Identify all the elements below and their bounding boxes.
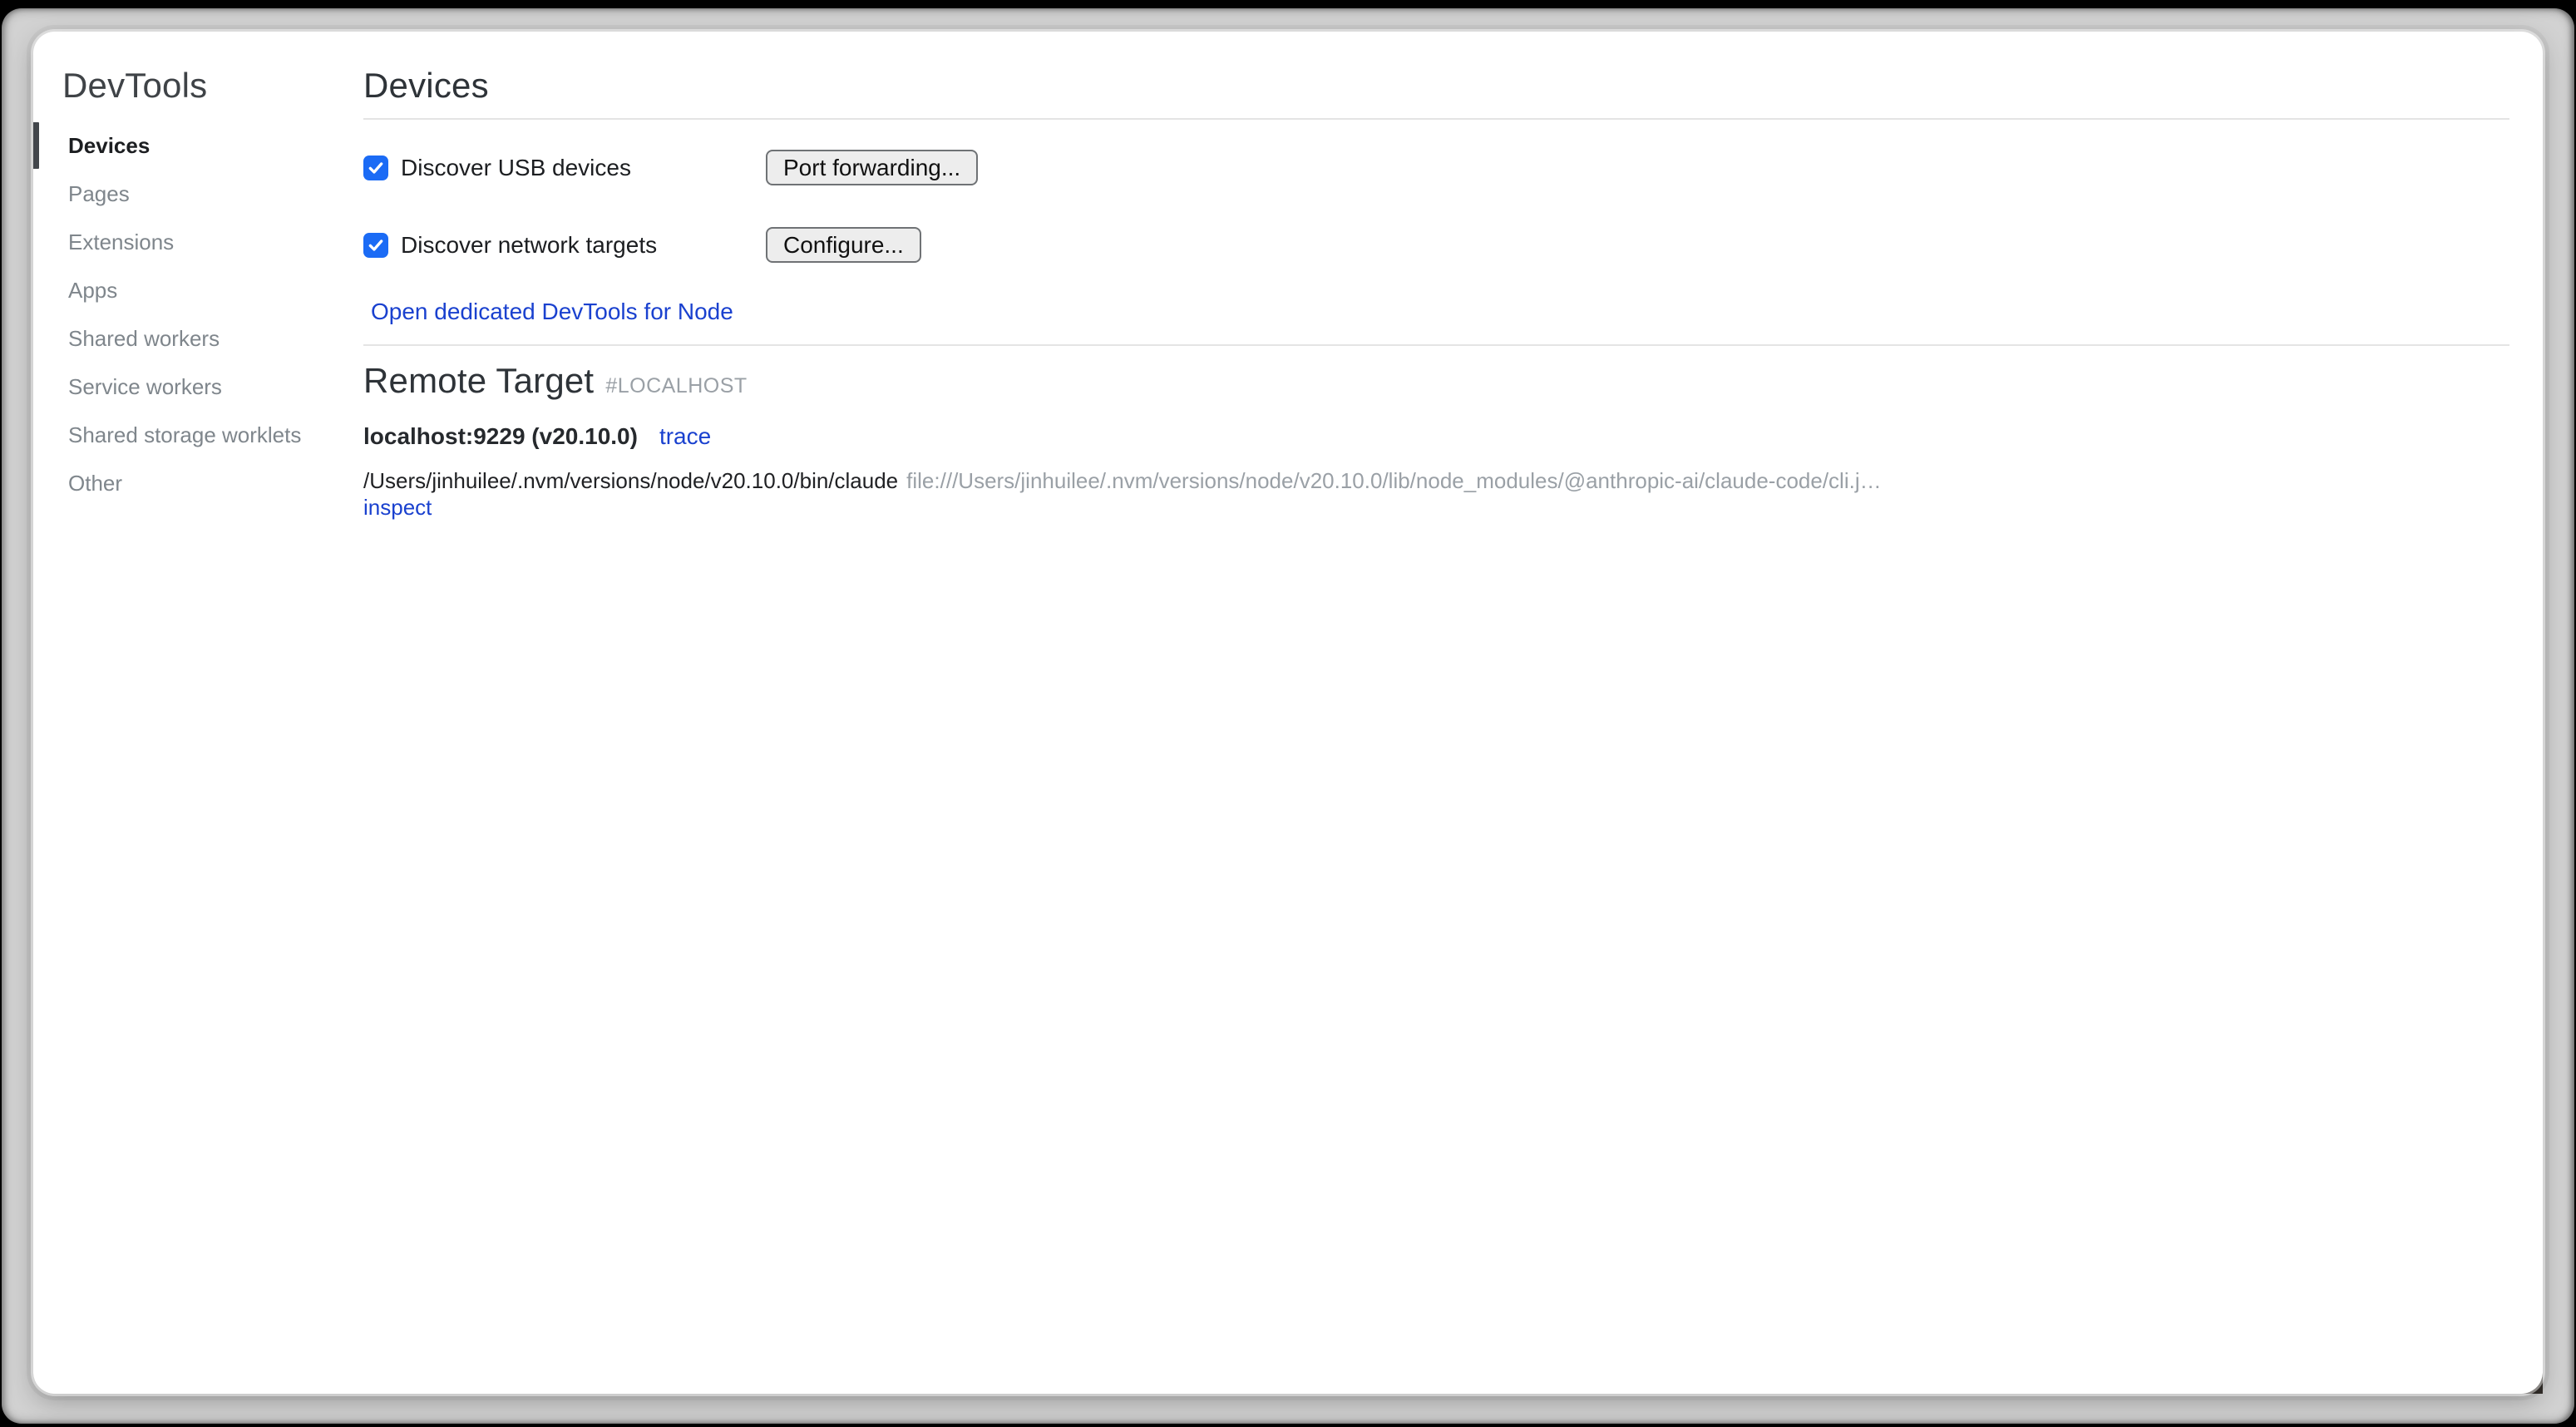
sidebar-item-label: Apps: [68, 278, 117, 304]
target-name: localhost:9229 (v20.10.0): [363, 422, 638, 451]
discover-usb-group: Discover USB devices: [363, 155, 766, 181]
target-detail-row: /Users/jinhuilee/.nvm/versions/node/v20.…: [363, 467, 2509, 494]
discover-network-group: Discover network targets: [363, 232, 766, 259]
discover-network-row: Discover network targets Configure...: [363, 227, 2509, 263]
sidebar-nav: Devices Pages Extensions Apps Shared wor…: [33, 121, 363, 507]
target-url: file:///Users/jinhuilee/.nvm/versions/no…: [906, 468, 1881, 493]
discover-network-label: Discover network targets: [401, 232, 657, 259]
configure-button[interactable]: Configure...: [766, 227, 921, 263]
target-name-row: localhost:9229 (v20.10.0) trace: [363, 422, 2509, 451]
trace-link[interactable]: trace: [659, 422, 711, 451]
node-devtools-row: Open dedicated DevTools for Node: [363, 299, 2509, 324]
check-icon: [368, 160, 384, 176]
discover-usb-checkbox[interactable]: [363, 156, 388, 180]
localhost-badge: #LOCALHOST: [605, 364, 747, 407]
target-path: /Users/jinhuilee/.nvm/versions/node/v20.…: [363, 468, 898, 493]
sidebar-item-devices[interactable]: Devices: [33, 121, 363, 170]
devtools-window: DevTools Devices Pages Extensions Apps S…: [33, 32, 2543, 1394]
sidebar-item-extensions[interactable]: Extensions: [33, 218, 363, 266]
sidebar-item-label: Service workers: [68, 374, 222, 400]
sidebar-item-apps[interactable]: Apps: [33, 266, 363, 314]
page-title: Devices: [363, 65, 2509, 106]
sidebar-item-service-workers[interactable]: Service workers: [33, 363, 363, 411]
desktop-canvas: DevTools Devices Pages Extensions Apps S…: [0, 0, 2576, 1427]
sidebar-item-label: Devices: [68, 133, 150, 159]
divider: [363, 344, 2509, 346]
sidebar-item-pages[interactable]: Pages: [33, 170, 363, 218]
check-icon: [368, 237, 384, 254]
sidebar-item-shared-workers[interactable]: Shared workers: [33, 314, 363, 363]
sidebar-item-shared-storage-worklets[interactable]: Shared storage worklets: [33, 411, 363, 459]
sidebar-item-label: Shared storage worklets: [68, 422, 301, 448]
sidebar-item-other[interactable]: Other: [33, 459, 363, 507]
discover-network-checkbox[interactable]: [363, 233, 388, 258]
main-panel: Devices Discover USB devices Port forwar…: [363, 32, 2543, 1394]
inspect-link[interactable]: inspect: [363, 495, 432, 520]
sidebar-item-label: Extensions: [68, 230, 174, 255]
sidebar: DevTools Devices Pages Extensions Apps S…: [33, 32, 363, 1394]
inspect-row: inspect: [363, 494, 2509, 521]
divider: [363, 118, 2509, 120]
discover-usb-row: Discover USB devices Port forwarding...: [363, 150, 2509, 185]
remote-target-title: Remote Target: [363, 359, 594, 402]
sidebar-item-label: Other: [68, 471, 122, 496]
selected-indicator: [33, 122, 39, 169]
discover-usb-label: Discover USB devices: [401, 155, 631, 181]
open-node-devtools-link[interactable]: Open dedicated DevTools for Node: [371, 299, 733, 324]
sidebar-item-label: Pages: [68, 181, 130, 207]
sidebar-title: DevTools: [62, 65, 363, 106]
port-forwarding-button[interactable]: Port forwarding...: [766, 150, 978, 185]
sidebar-item-label: Shared workers: [68, 326, 220, 352]
remote-target-header: Remote Target #LOCALHOST: [363, 359, 2509, 407]
